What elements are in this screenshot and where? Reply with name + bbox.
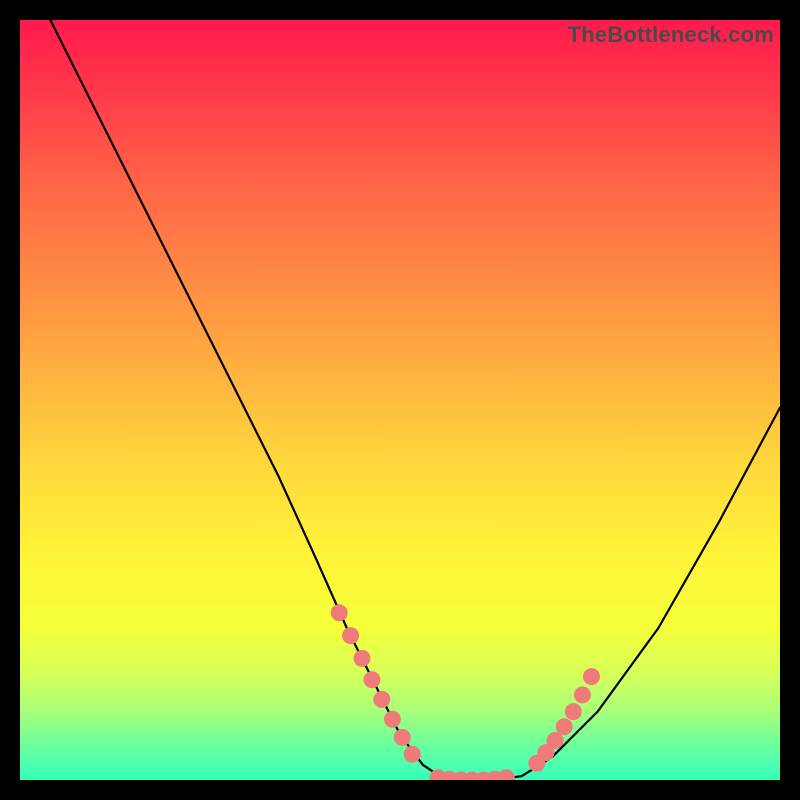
curve-svg bbox=[20, 20, 780, 780]
right-cluster-dot bbox=[565, 703, 582, 720]
left-cluster-dot bbox=[331, 604, 348, 621]
bottom-cluster-dot bbox=[498, 769, 515, 780]
left-cluster-dot bbox=[404, 746, 421, 763]
left-cluster-dot bbox=[342, 627, 359, 644]
chart-frame: TheBottleneck.com bbox=[0, 0, 800, 800]
left-cluster-dot bbox=[373, 691, 390, 708]
left-cluster-dot bbox=[354, 650, 371, 667]
right-cluster-dot bbox=[556, 718, 573, 735]
right-cluster-dot bbox=[583, 668, 600, 685]
left-cluster-dot bbox=[363, 671, 380, 688]
bottleneck-curve bbox=[50, 20, 780, 780]
left-cluster-dot bbox=[394, 729, 411, 746]
right-cluster-dot bbox=[574, 686, 591, 703]
marker-group bbox=[331, 604, 600, 780]
left-cluster-dot bbox=[384, 711, 401, 728]
